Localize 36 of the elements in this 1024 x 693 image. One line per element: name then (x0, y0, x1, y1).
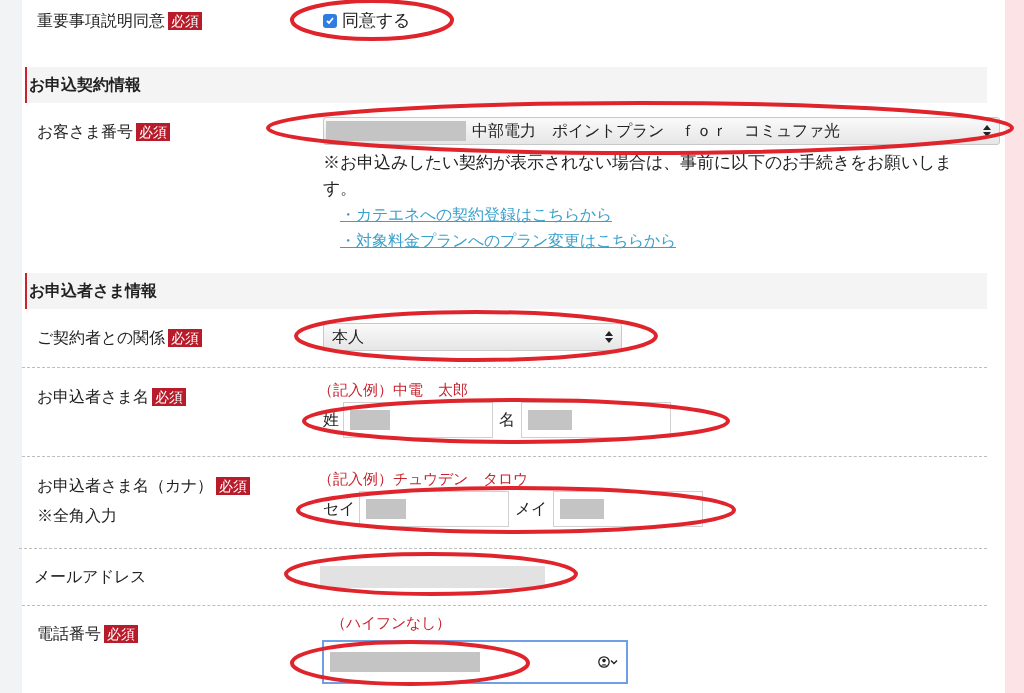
required-badge: 必須 (136, 123, 170, 141)
note-text: ※お申込みしたい契約が表示されない場合は、事前に以下のお手続きをお願いします。 (323, 152, 953, 200)
select-arrows-icon (605, 331, 613, 343)
field-label: ご契約者との関係 (37, 328, 165, 348)
field-label: 電話番号 (37, 624, 101, 644)
select-arrows-icon (983, 125, 991, 137)
input-example: （ハイフンなし） (331, 613, 451, 633)
input-field[interactable] (343, 402, 493, 438)
field-label: お申込者さま名 (37, 387, 149, 407)
checkbox-label: 同意する (342, 10, 410, 33)
input-prefix: 名 (499, 410, 515, 430)
required-badge: 必須 (168, 329, 202, 347)
input-field[interactable] (521, 402, 671, 438)
field-label: お申込者さま名（カナ） (37, 476, 213, 496)
input-prefix: 姓 (323, 410, 339, 430)
required-badge: 必須 (152, 388, 186, 406)
field-label: 重要事項説明同意 (37, 11, 165, 31)
input-field[interactable] (553, 491, 703, 527)
section-header: お申込契約情報 (25, 67, 987, 103)
required-badge: 必須 (168, 12, 202, 30)
input-field[interactable] (359, 491, 509, 527)
field-label: メールアドレス (34, 567, 146, 587)
select-field[interactable]: 中部電力 ポイントプラン ｆｏｒ コミュファ光 (323, 117, 1000, 145)
input-prefix: メイ (515, 499, 547, 519)
section-header: お申込者さま情報 (25, 273, 987, 309)
required-badge: 必須 (104, 625, 138, 643)
required-badge: 必須 (216, 477, 250, 495)
field-label: お客さま番号 (37, 122, 133, 142)
select-field[interactable]: 本人 (323, 323, 622, 351)
input-example: （記入例）チュウデン タロウ (318, 469, 528, 489)
input-prefix: セイ (323, 499, 355, 519)
input-field[interactable] (322, 640, 628, 684)
input-example: （記入例）中電 太郎 (318, 380, 468, 400)
field-note: ※全角入力 (37, 506, 118, 526)
checkbox[interactable] (323, 14, 337, 28)
contact-autofill-icon[interactable] (598, 656, 618, 668)
